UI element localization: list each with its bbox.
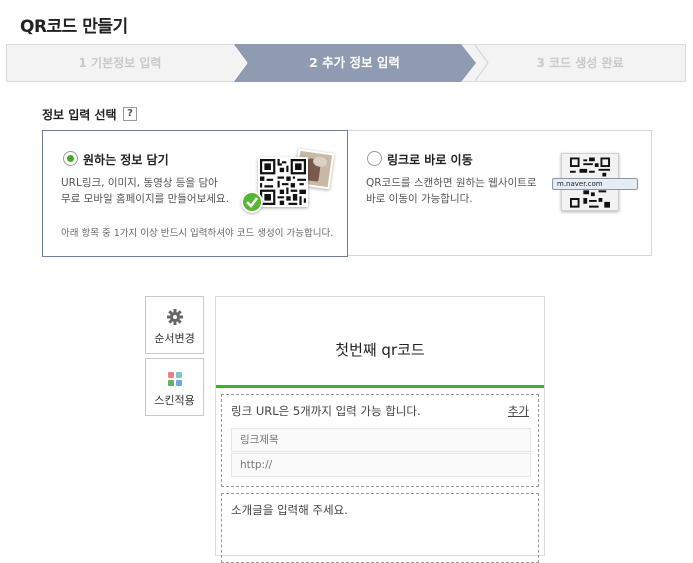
- apply-skin-label: 스킨적용: [154, 394, 195, 407]
- step-code-complete: 3 코드 생성 완료: [536, 56, 624, 70]
- option-desc-line: 무료 모바일 홈페이지를 만들어보세요.: [61, 193, 229, 205]
- link-section: 링크 URL은 5개까지 입력 가능 합니다. 추가: [221, 394, 539, 487]
- info-type-options: 원하는 정보 담기 URL링크, 이미지, 동영상 등을 담아 무료 모바일 홈…: [42, 130, 652, 257]
- url-bar: m.naver.com: [552, 178, 638, 190]
- intro-placeholder: 소개글을 입력해 주세요.: [231, 503, 348, 517]
- link-url-input[interactable]: [231, 453, 531, 477]
- apply-skin-button[interactable]: 스킨적용: [145, 358, 204, 416]
- reorder-label: 순서변경: [154, 332, 195, 345]
- check-badge-icon: [241, 191, 263, 213]
- option-title: 링크로 바로 이동: [387, 153, 473, 167]
- radio-direct-link[interactable]: [367, 151, 382, 166]
- qr-editor-panel: 첫번째 qr코드 링크 URL은 5개까지 입력 가능 합니다. 추가 소개글을…: [215, 296, 545, 563]
- divider: [216, 385, 544, 388]
- option-direct-link[interactable]: 링크로 바로 이동 QR코드를 스캔하면 원하는 웹사이트로 바로 이동이 가능…: [349, 131, 651, 255]
- option-desc-line: 바로 이동이 가능합니다.: [366, 193, 473, 205]
- skin-grid-icon: [168, 372, 182, 386]
- intro-section[interactable]: 소개글을 입력해 주세요.: [221, 493, 539, 563]
- step-active-label: 2 추가 정보 입력: [309, 55, 400, 70]
- option-custom-info[interactable]: 원하는 정보 담기 URL링크, 이미지, 동영상 등을 담아 무료 모바일 홈…: [42, 130, 348, 257]
- option-title: 원하는 정보 담기: [83, 153, 169, 167]
- link-title-input[interactable]: [231, 428, 531, 452]
- step-additional-info: 2 추가 정보 입력: [233, 44, 476, 82]
- reorder-button[interactable]: 순서변경: [145, 296, 204, 354]
- page-title: QR코드 만들기: [20, 17, 128, 37]
- option-desc: URL링크, 이미지, 동영상 등을 담아 무료 모바일 홈페이지를 만들어보세…: [61, 175, 231, 207]
- add-link-button[interactable]: 추가: [508, 403, 529, 419]
- help-icon[interactable]: ?: [123, 107, 137, 121]
- qr-title[interactable]: 첫번째 qr코드: [216, 339, 544, 360]
- option-desc-line: URL링크, 이미지, 동영상 등을 담아: [61, 177, 218, 189]
- step-basic-info: 1 기본정보 입력: [78, 56, 162, 70]
- section-label: 정보 입력 선택: [42, 108, 117, 122]
- option-desc: QR코드를 스캔하면 원하는 웹사이트로 바로 이동이 가능합니다.: [366, 175, 546, 207]
- option-desc-line: QR코드를 스캔하면 원하는 웹사이트로: [366, 177, 537, 189]
- qr-code-icon: [258, 157, 308, 207]
- link-info-text: 링크 URL은 5개까지 입력 가능 합니다.: [231, 404, 421, 418]
- gear-icon: [167, 309, 183, 325]
- progress-stepper: 1 기본정보 입력 2 추가 정보 입력 3 코드 생성 완료: [6, 44, 686, 82]
- radio-custom-info[interactable]: [63, 151, 78, 166]
- option-note: 아래 항목 중 1가지 이상 반드시 입력하셔야 코드 생성이 가능합니다.: [61, 228, 334, 239]
